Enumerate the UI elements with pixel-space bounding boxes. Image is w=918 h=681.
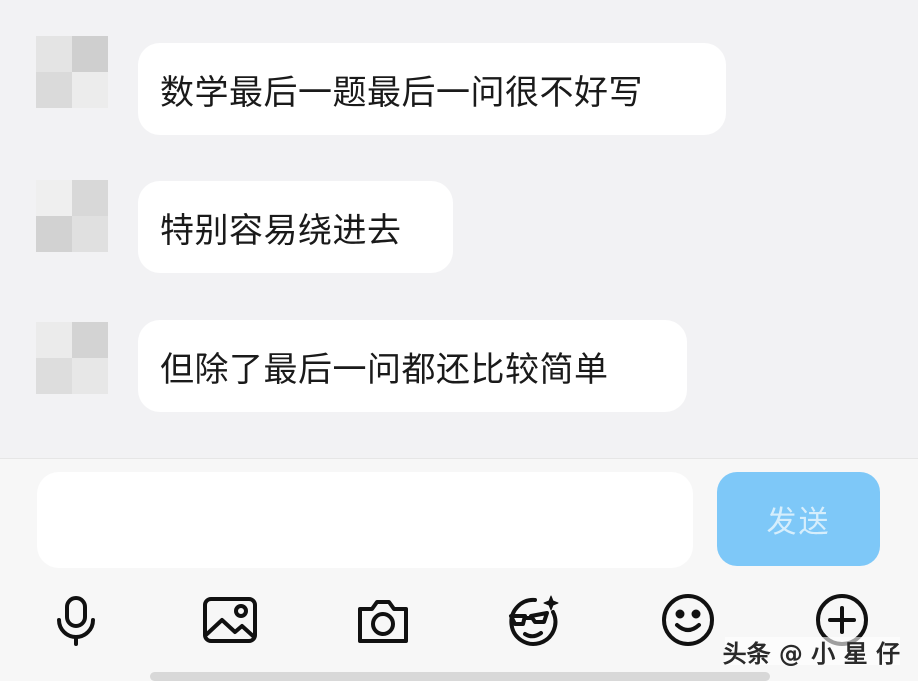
avatar[interactable] [36,180,108,252]
emoji-glasses-icon[interactable] [505,592,561,648]
chat-area: 数学最后一题最后一问很不好写 特别容易绕进去 但除了最后一问都还比较简单 [0,0,918,458]
message-text: 但除了最后一问都还比较简单 [160,349,609,390]
message-text: 数学最后一题最后一问很不好写 [160,72,643,113]
smiley-icon[interactable] [660,592,716,648]
message-bubble[interactable]: 特别容易绕进去 [138,181,453,273]
microphone-icon[interactable] [48,592,104,648]
message-bubble[interactable]: 数学最后一题最后一问很不好写 [138,43,726,135]
message-bubble[interactable]: 但除了最后一问都还比较简单 [138,320,687,412]
message-text: 特别容易绕进去 [160,210,402,251]
avatar[interactable] [36,36,108,108]
image-icon[interactable] [202,592,258,648]
watermark-text: 头条 @ 小 星 仔 [722,639,900,668]
send-button[interactable]: 发送 [717,472,880,566]
message-input[interactable] [37,472,693,568]
watermark: 头条 @ 小 星 仔 [723,637,900,668]
send-button-label: 发送 [766,505,831,540]
home-indicator [150,672,770,681]
camera-icon[interactable] [355,592,411,648]
avatar[interactable] [36,322,108,394]
